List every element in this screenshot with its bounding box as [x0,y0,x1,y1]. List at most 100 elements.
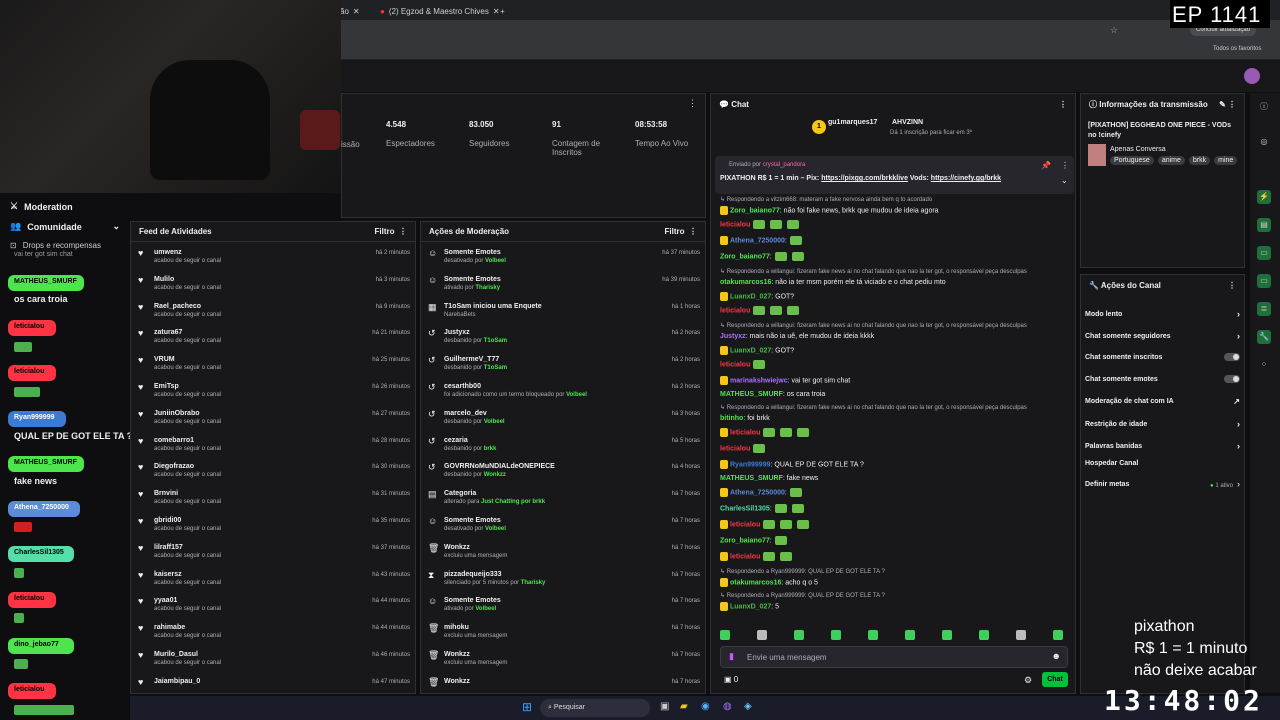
chat-username[interactable]: leticialou [720,307,750,314]
chat-username[interactable]: MATHEUS_SMURF [720,475,783,482]
more-icon[interactable]: ⋮ [1061,161,1069,170]
mod-action-name[interactable]: Categoria [444,489,545,498]
mod-action-name[interactable]: GuilhermeV_T77 [444,355,507,364]
mod-action-row[interactable]: ⧗ pizzadequeijo333 silenciado por 5 minuto… [428,570,698,587]
mod-action-name[interactable]: GOVRRNoMuNDIALdeONEPIECE [444,462,555,471]
quick-emote[interactable] [868,630,878,640]
filter-button[interactable]: Filtro ⋮ [665,227,697,236]
chat-username[interactable]: Athena_7250000 [730,489,785,496]
chat-username[interactable]: leticialou [730,553,760,560]
activity-name[interactable]: VRUM [154,355,221,364]
app-icon[interactable]: ◈ [744,701,752,712]
mod-action-actor[interactable]: T1oSam [484,338,507,344]
star-icon[interactable]: ☆ [1110,25,1118,36]
chat-username[interactable]: otakumarcos16 [720,279,771,286]
more-icon[interactable]: ⋮ [1228,281,1236,290]
mod-action-row[interactable]: ☺ Somente Emotes desativado por Volbeel [428,248,698,265]
stream-tag[interactable]: Portuguese [1110,156,1154,165]
close-icon[interactable]: ✕ [353,7,360,16]
pinned-link[interactable]: https://cinefy.gg/brkk [931,175,1001,182]
filter-button[interactable]: Filtro ⋮ [375,227,407,236]
quick-emote[interactable] [979,630,989,640]
activity-row[interactable]: ♥ zatura67 acabou de seguir o canal [138,328,408,345]
mod-action-name[interactable]: pizzadequeijo333 [444,570,545,579]
dots-icon[interactable]: ⁘ [1257,358,1271,372]
wrench-icon[interactable]: 🔧 [1257,330,1271,344]
activity-name[interactable]: comebarro1 [154,436,221,445]
chat-username[interactable]: Zoro_baiano77 [730,207,780,214]
quick-emote[interactable] [720,630,730,640]
stream-tag[interactable]: mine [1214,156,1238,165]
chat-username[interactable]: leticialou [730,429,760,436]
discord-icon[interactable]: ◍ [723,701,732,712]
avatar[interactable] [1244,68,1260,84]
address-bar[interactable]: ☆ Concluir atualização [340,20,1280,42]
reply-context[interactable]: Respondendo a vitzim668: materam a fake … [727,197,932,203]
stream-tag[interactable]: brkk [1188,156,1211,165]
task-view-icon[interactable]: ▣ [660,701,669,712]
mod-action-row[interactable]: ▦ T1oSam iniciou uma Enquete NarebaBets [428,302,698,319]
activity-name[interactable]: umwenz [154,248,221,257]
mod-action-actor[interactable]: Tharisky [521,580,546,586]
chat-username[interactable]: Justyxz [720,333,746,340]
camera-icon[interactable]: ◎ [1257,135,1271,149]
reply-context[interactable]: Respondendo a Ryan999999: QUAL EP DE GOT… [727,569,885,575]
mod-action-row[interactable]: ↺ GOVRRNoMuNDIALdeONEPIECE desbanido por W… [428,462,698,479]
activity-name[interactable]: yyaa01 [154,596,221,605]
chat-username[interactable]: leticialou [720,221,750,228]
activity-name[interactable]: lilraff157 [154,543,221,552]
channel-action-item[interactable]: Definir metas ● 1 ativo › [1085,479,1240,489]
activity-row[interactable]: ♥ JuniinObrabo acabou de seguir o canal [138,409,408,426]
stream-tag[interactable]: anime [1157,156,1185,165]
mod-action-name[interactable]: Wonkzz [444,677,470,686]
close-icon[interactable]: ✕ [493,7,500,16]
pinned-link[interactable]: https://pixgg.com/brkklive [821,175,908,182]
chat-username[interactable]: leticialou [730,521,760,528]
mod-action-name[interactable]: Somente Emotes [444,248,506,257]
activity-row[interactable]: ♥ comebarro1 acabou de seguir o canal [138,436,408,453]
bits-icon[interactable]: ▮ [729,651,734,662]
list-icon[interactable]: ≣ [1257,302,1271,316]
mod-action-name[interactable]: T1oSam iniciou uma Enquete [444,302,542,311]
quick-emote[interactable] [1016,630,1026,640]
toggle-switch[interactable] [1224,375,1240,383]
category-name[interactable]: Apenas Conversa [1110,146,1166,153]
nav-community[interactable]: 👥 Comunidade ⌄ [0,221,130,232]
folder-icon[interactable]: ▰ [680,701,688,712]
chat-username[interactable]: LuanxD_027 [730,347,771,354]
mod-action-name[interactable]: marcelo_dev [444,409,505,418]
top-user[interactable]: gu1marques17 [828,119,877,126]
mod-action-actor[interactable]: Tharisky [475,285,500,291]
activity-row[interactable]: ♥ Diegofrazao acabou de seguir o canal [138,462,408,479]
info-icon[interactable]: ⓘ [1257,100,1271,114]
mod-action-name[interactable]: Somente Emotes [444,275,501,284]
clipboard-icon[interactable]: ▤ [1257,218,1271,232]
chat-username[interactable]: bitinho [720,415,743,422]
mod-action-row[interactable]: 🗑 Wonkzz [428,677,698,687]
mod-action-name[interactable]: Justyxz [444,328,507,337]
reply-context[interactable]: Respondendo a willangui: fizeram fake ne… [727,405,1027,411]
mod-action-actor[interactable]: Volbeel [484,419,505,425]
emote-picker-icon[interactable]: ☻ [1052,651,1061,661]
channel-points[interactable]: ▣ 0 [724,675,738,684]
browser-tab-active[interactable]: ● (2) Egzod & Maestro Chives ✕ [380,3,500,19]
mod-action-row[interactable]: ▤ Categoria alterado para Just Chatting po… [428,489,698,506]
mod-action-row[interactable]: 🗑 Wonkzz excluiu uma mensagem [428,650,698,667]
chevron-down-icon[interactable]: ⌄ [1061,176,1068,185]
activity-row[interactable]: ♥ gbridi00 acabou de seguir o canal [138,516,408,533]
edit-icon[interactable]: ✎ ⋮ [1219,100,1236,109]
all-bookmarks[interactable]: Todos os favoritos [1213,46,1261,52]
chat-username[interactable]: leticialou [720,361,750,368]
mod-action-row[interactable]: ☺ Somente Emotes desativado por Volbeel [428,516,698,533]
channel-action-item[interactable]: Chat somente seguidores › [1085,331,1240,341]
top2-user[interactable]: AHVZINN [892,119,923,126]
activity-row[interactable]: ♥ kaisersz acabou de seguir o canal [138,570,408,587]
activity-name[interactable]: Jaiambipau_0 [154,677,200,686]
activity-name[interactable]: Brnvini [154,489,221,498]
mod-action-row[interactable]: 🗑 mihoku excluiu uma mensagem [428,623,698,640]
activity-row[interactable]: ♥ Brnvini acabou de seguir o canal [138,489,408,506]
activity-name[interactable]: Murilo_Dasul [154,650,221,659]
mod-action-actor[interactable]: Volbeel [485,526,506,532]
quick-emote[interactable] [757,630,767,640]
mod-action-actor[interactable]: Just Chatting por brkk [481,499,545,505]
